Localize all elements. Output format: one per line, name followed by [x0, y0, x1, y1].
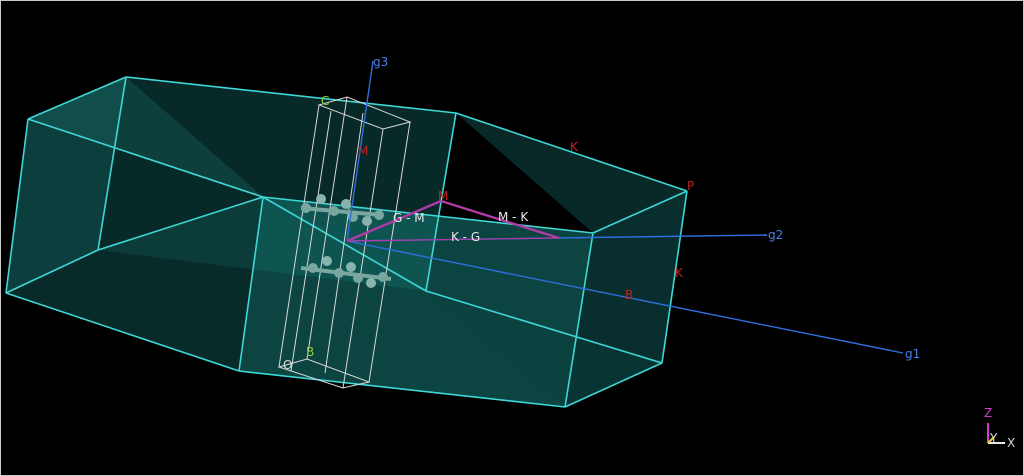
atom	[346, 262, 356, 272]
kpoint-k-top: K	[570, 140, 579, 154]
atom	[334, 268, 344, 278]
atom	[353, 273, 363, 283]
kpoint-b: B	[625, 288, 633, 302]
viewer-canvas[interactable]: g3 g2 g1 M M K K P B C B O G - M M - K K…	[0, 0, 1024, 476]
triad-label-x: X	[1007, 436, 1015, 450]
bz-faces	[6, 77, 687, 407]
atom	[322, 256, 332, 266]
kpoint-m-left: M	[358, 144, 368, 158]
atom	[329, 206, 339, 216]
cell-label-b: B	[306, 345, 314, 359]
atom	[341, 199, 351, 209]
path-label-m-k: M - K	[498, 210, 529, 224]
brillouin-zone-viewer[interactable]: g3 g2 g1 M M K K P B C B O G - M M - K K…	[1, 1, 1023, 475]
path-label-g-m: G - M	[393, 211, 425, 225]
atom	[308, 263, 318, 273]
kpoint-m-path: M	[438, 189, 448, 203]
kpoint-p: P	[687, 179, 694, 193]
kpoint-k-right: K	[675, 266, 684, 280]
orientation-triad: Z Y X	[984, 406, 1015, 450]
cell-label-c: C	[321, 94, 329, 108]
atom	[362, 216, 372, 226]
label-g3: g3	[373, 55, 388, 69]
cell-label-o: O	[283, 358, 292, 372]
atom	[301, 203, 311, 213]
label-g2: g2	[768, 228, 783, 242]
triad-label-y: Y	[989, 431, 998, 445]
atom	[316, 194, 326, 204]
atom	[374, 210, 384, 220]
triad-label-z: Z	[984, 406, 992, 420]
atom	[366, 278, 376, 288]
label-g1: g1	[905, 347, 920, 361]
path-label-k-g: K - G	[451, 230, 480, 244]
atom	[378, 272, 388, 282]
